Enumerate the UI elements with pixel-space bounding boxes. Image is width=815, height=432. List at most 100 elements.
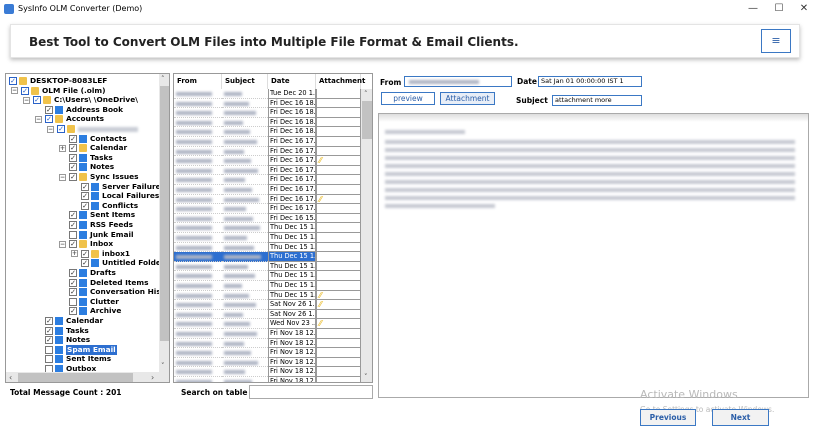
tree-item[interactable]: − ✓ C:\Users\ \OneDrive\ [23, 95, 138, 105]
table-row[interactable]: Fri Dec 16 17... ⁄⁄ [174, 194, 361, 205]
scroll-right-icon[interactable]: › [151, 373, 154, 382]
tree-item[interactable]: Spam Email [45, 344, 117, 355]
table-row[interactable]: Fri Dec 16 17... [174, 165, 361, 176]
message-table[interactable]: From Subject Date Attachment Tue Dec 20 … [173, 73, 373, 383]
tree-item[interactable]: ✓ Untitled Folder [81, 258, 165, 268]
table-row[interactable]: Fri Nov 18 12... [174, 348, 361, 358]
menu-button[interactable]: ≡ [761, 29, 791, 53]
tree-checkbox[interactable]: ✓ [69, 173, 77, 181]
tree-checkbox[interactable] [45, 345, 53, 354]
tree-item[interactable]: ✓ Conversation Histo [69, 287, 169, 297]
scroll-up-icon[interactable]: ˄ [161, 75, 165, 83]
maximize-button[interactable]: ☐ [772, 2, 786, 16]
date-field[interactable]: Sat Jan 01 00:00:00 IST 1 [538, 76, 642, 87]
tree-checkbox[interactable]: ✓ [45, 336, 53, 345]
tree-item[interactable]: − ✓ OLM File (.olm) [11, 86, 106, 96]
table-row[interactable]: Fri Dec 16 17... [174, 175, 361, 185]
table-row[interactable]: Fri Nov 18 12... [174, 377, 361, 382]
tree-item[interactable]: ✓ Address Book [45, 105, 123, 115]
attachment-button[interactable]: Attachment [440, 92, 495, 105]
expand-icon[interactable]: + [71, 250, 78, 258]
table-row[interactable]: Fri Dec 16 15... [174, 213, 361, 224]
column-from[interactable]: From [174, 74, 222, 89]
tree-item[interactable]: ✓ Tasks [45, 326, 89, 336]
tree-item[interactable]: − ✓ Accounts [35, 114, 104, 124]
tree-checkbox[interactable]: ✓ [45, 115, 53, 124]
table-row[interactable]: Fri Dec 16 18... [174, 117, 361, 128]
from-field[interactable] [404, 76, 512, 87]
table-row[interactable]: Thu Dec 15 1... [174, 281, 361, 291]
table-row[interactable]: Fri Dec 16 17... [174, 185, 361, 195]
close-button[interactable]: ✕ [797, 2, 811, 16]
tree-checkbox[interactable]: ✓ [69, 211, 77, 220]
tree-vertical-scrollbar[interactable]: ˄ ˅ [159, 74, 169, 372]
collapse-icon[interactable]: − [5, 78, 6, 85]
tree-item[interactable]: Clutter [69, 297, 119, 307]
tree-item[interactable]: + ✓ Calendar [59, 143, 127, 153]
search-input[interactable] [249, 385, 373, 399]
table-row[interactable]: Fri Dec 16 18... [174, 98, 361, 109]
next-button[interactable]: Next [712, 409, 769, 426]
tree-checkbox[interactable]: ✓ [81, 259, 89, 268]
table-row[interactable]: Fri Dec 16 18... [174, 108, 361, 118]
tree-checkbox[interactable]: ✓ [69, 278, 77, 287]
tree-item[interactable]: ✓ Tasks [69, 153, 113, 163]
table-row[interactable]: Sat Nov 26 1... [174, 309, 361, 320]
table-vertical-scrollbar[interactable]: ˄ ˅ [361, 89, 372, 382]
tree-item[interactable]: ✓ Contacts [69, 134, 127, 144]
tree-checkbox[interactable]: ✓ [69, 163, 77, 172]
tree-item[interactable]: ✓ Notes [45, 335, 90, 345]
scroll-down-icon[interactable]: ˅ [161, 362, 165, 370]
tree-checkbox[interactable]: ✓ [69, 269, 77, 277]
table-row[interactable]: Fri Nov 18 12... [174, 357, 361, 368]
folder-tree[interactable]: −✓DESKTOP-8083LEF−✓OLM File (.olm)−✓C:\U… [5, 73, 170, 383]
tree-checkbox[interactable]: ✓ [81, 192, 89, 201]
table-row[interactable]: Thu Dec 15 1... ⁄⁄ [174, 290, 361, 301]
tree-checkbox[interactable]: ✓ [45, 317, 53, 325]
table-row[interactable]: Tue Dec 20 1... [174, 89, 361, 99]
tree-checkbox[interactable]: ✓ [69, 144, 77, 153]
tree-item[interactable]: ✓ Server Failures [81, 182, 165, 192]
table-row[interactable]: Fri Nov 18 12... [174, 329, 361, 339]
collapse-icon[interactable]: − [35, 115, 42, 123]
scroll-thumb[interactable] [362, 101, 372, 139]
table-row[interactable]: Fri Nov 18 12... [174, 338, 361, 349]
tree-item[interactable]: ✓ Local Failures [81, 191, 159, 201]
tree-checkbox[interactable]: ✓ [81, 182, 89, 191]
collapse-icon[interactable]: − [47, 125, 54, 133]
tree-item[interactable]: ✓ Archive [69, 306, 121, 316]
table-row[interactable]: Thu Dec 15 1... [174, 233, 361, 243]
table-row[interactable]: Thu Dec 15 1... [174, 261, 361, 272]
previous-button[interactable]: Previous [640, 409, 696, 426]
tree-item[interactable]: −✓ DESKTOP-8083LEF [5, 76, 107, 86]
column-date[interactable]: Date [268, 74, 316, 89]
preview-button[interactable]: preview [381, 92, 435, 105]
tree-checkbox[interactable]: ✓ [69, 307, 77, 316]
tree-checkbox[interactable]: ✓ [69, 240, 77, 249]
minimize-button[interactable]: — [746, 2, 760, 16]
tree-item[interactable]: ✓ Notes [69, 162, 114, 172]
tree-item[interactable]: Junk Email [69, 230, 134, 240]
tree-item[interactable]: − ✓ [47, 124, 138, 134]
table-row[interactable]: Wed Nov 23 ... ⁄⁄ [174, 319, 361, 329]
tree-checkbox[interactable]: ✓ [69, 134, 77, 143]
tree-item[interactable]: − ✓ Sync Issues [59, 172, 139, 182]
tree-checkbox[interactable] [69, 230, 77, 239]
scroll-up-icon[interactable]: ˄ [364, 90, 368, 98]
collapse-icon[interactable]: − [59, 173, 66, 181]
collapse-icon[interactable]: − [11, 87, 18, 95]
table-row[interactable]: Sat Nov 26 1... ⁄⁄ [174, 300, 361, 310]
h-scroll-thumb[interactable] [18, 373, 133, 382]
tree-checkbox[interactable]: ✓ [21, 86, 29, 95]
tree-item[interactable]: ✓ Deleted Items [69, 278, 149, 288]
table-row[interactable]: Thu Dec 15 1... [174, 242, 361, 253]
tree-checkbox[interactable]: ✓ [69, 288, 77, 297]
tree-item[interactable]: ✓ Calendar [45, 316, 103, 326]
column-attachment[interactable]: Attachment [316, 74, 365, 89]
tree-checkbox[interactable]: ✓ [81, 201, 89, 210]
tree-checkbox[interactable] [69, 297, 77, 306]
tree-checkbox[interactable]: ✓ [81, 249, 89, 258]
table-row[interactable]: Thu Dec 15 1... [174, 252, 361, 262]
tree-horizontal-scrollbar[interactable]: ‹ › [6, 372, 169, 382]
collapse-icon[interactable]: − [23, 96, 30, 104]
